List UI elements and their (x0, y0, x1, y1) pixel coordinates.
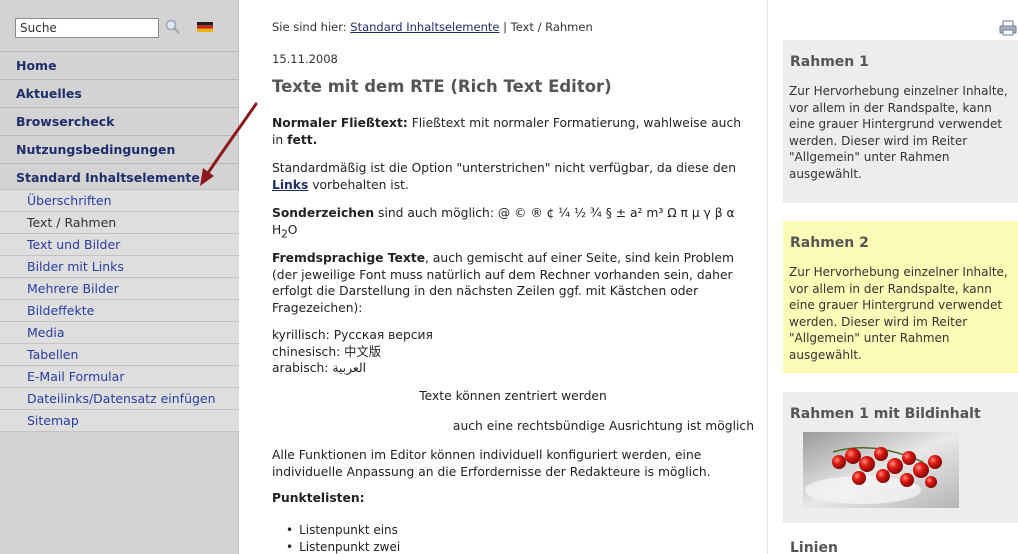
p4-bold: Fremdsprachige Texte (272, 251, 426, 265)
search-input[interactable] (15, 18, 159, 38)
box2-title: Rahmen 2 (790, 235, 869, 251)
links-link[interactable]: Links (272, 178, 308, 192)
frame-box-image: Rahmen 1 mit Bildinhalt (783, 392, 1018, 523)
linien-heading: Linien (790, 540, 838, 554)
p2-text: Standardmäßig ist die Option "unterstric… (272, 161, 737, 175)
annotation-arrow-icon (200, 102, 258, 186)
right-aligned-text: auch eine rechtsbündige Ausrichtung ist … (452, 419, 754, 433)
nav-item-home[interactable]: Home (0, 51, 239, 79)
magnifier-icon[interactable] (164, 18, 182, 36)
box3-title: Rahmen 1 mit Bildinhalt (790, 406, 981, 422)
box1-text: Zur Hervorhebung einzelner Inhalte, vor … (789, 84, 1008, 181)
paragraph-funktionen: Alle Funktionen im Editor können individ… (272, 448, 711, 479)
content-date: 15.11.2008 (272, 52, 338, 66)
paragraph-fremdsprachig: Fremdsprachige Texte, auch gemischt auf … (272, 250, 754, 316)
p1-bold2: fett. (287, 132, 318, 147)
paragraph-sonderzeichen: Sonderzeichen sind auch möglich: @ © ® ¢… (272, 205, 754, 242)
bullet-list: Listenpunkt eins Listenpunkt zwei (286, 522, 400, 554)
frame-box-1: Rahmen 1 Zur Hervorhebung einzelner Inha… (783, 40, 1018, 203)
lang-cyrillic: kyrillisch: Русская версия (272, 328, 433, 342)
search-row (10, 13, 230, 39)
p3-bold: Sonderzeichen (272, 206, 375, 220)
page-title: Texte mit dem RTE (Rich Text Editor) (272, 77, 612, 96)
sidebar: Home Aktuelles Browsercheck Nutzungsbedi… (0, 0, 239, 554)
sub-item-text-rahmen[interactable]: Text / Rahmen (0, 211, 239, 233)
sub-item-text-und-bilder[interactable]: Text und Bilder (0, 233, 239, 255)
lang-chinese: chinesisch: 中文版 (272, 344, 382, 359)
breadcrumb-link[interactable]: Standard Inhaltselemente (350, 20, 499, 34)
main-content: Sie sind hier: Standard Inhaltselemente … (272, 0, 762, 554)
nav-divider (0, 431, 239, 432)
sub-item-mehrere-bilder[interactable]: Mehrere Bilder (0, 277, 239, 299)
centered-text: Texte können zentriert werden (419, 389, 607, 403)
breadcrumb-prefix: Sie sind hier: (272, 20, 347, 34)
sub-item-dateilinks[interactable]: Dateilinks/Datensatz einfügen (0, 387, 239, 409)
list-heading: Punktelisten: (272, 491, 365, 505)
language-examples: kyrillisch: Русская версия chinesisch: 中… (272, 327, 754, 377)
breadcrumb: Sie sind hier: Standard Inhaltselemente … (272, 20, 593, 34)
breadcrumb-current: Text / Rahmen (510, 20, 593, 34)
sub-item-tabellen[interactable]: Tabellen (0, 343, 239, 365)
p3-end: O (287, 222, 298, 237)
paragraph-normal: Normaler Fließtext: Fließtext mit normal… (272, 115, 754, 148)
list-item: Listenpunkt zwei (286, 539, 400, 554)
p2-text2: vorbehalten ist. (308, 177, 409, 192)
sub-item-email-formular[interactable]: E-Mail Formular (0, 365, 239, 387)
box2-text: Zur Hervorhebung einzelner Inhalte, vor … (789, 265, 1008, 362)
box1-title: Rahmen 1 (790, 54, 869, 70)
breadcrumb-separator: | (503, 20, 507, 34)
lang-arabic: arabisch: العربية (272, 361, 366, 375)
sub-item-ueberschriften[interactable]: Überschriften (0, 189, 239, 211)
list-item: Listenpunkt eins (286, 522, 400, 539)
sub-item-media[interactable]: Media (0, 321, 239, 343)
sub-item-bildeffekte[interactable]: Bildeffekte (0, 299, 239, 321)
redcurrant-image (803, 432, 959, 508)
printer-icon[interactable] (999, 20, 1017, 36)
sub-item-sitemap[interactable]: Sitemap (0, 409, 239, 431)
sub-item-bilder-mit-links[interactable]: Bilder mit Links (0, 255, 239, 277)
frame-box-2: Rahmen 2 Zur Hervorhebung einzelner Inha… (783, 221, 1018, 373)
german-flag-icon[interactable] (197, 22, 213, 32)
column-divider (767, 0, 768, 554)
paragraph-links: Standardmäßig ist die Option "unterstric… (272, 160, 754, 193)
p1-bold: Normaler Fließtext: (272, 116, 408, 130)
